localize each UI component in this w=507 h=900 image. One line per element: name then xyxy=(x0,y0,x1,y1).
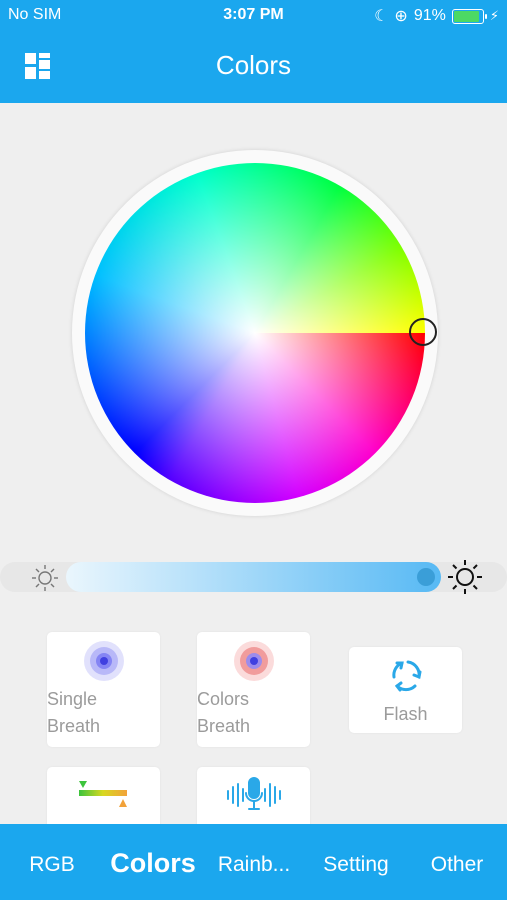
tab-setting[interactable]: Setting xyxy=(310,824,402,900)
charging-bolt-icon: ⚡ xyxy=(489,8,499,23)
colors-breath-label-1: Colors xyxy=(197,689,250,709)
colors-breath-label-2: Breath xyxy=(197,716,251,736)
color-wheel-selector[interactable] xyxy=(409,318,437,346)
brightness-thumb[interactable] xyxy=(417,568,435,586)
colors-breath-icon xyxy=(234,641,274,681)
music-mic-icon xyxy=(227,777,281,810)
rotation-lock-icon: ⊕ xyxy=(394,8,408,25)
moon-icon: ☾ xyxy=(374,8,389,25)
single-breath-label-1: Single xyxy=(47,689,98,709)
color-wheel[interactable] xyxy=(85,163,425,503)
app-header: Colors xyxy=(0,32,507,103)
sun-icon xyxy=(446,558,484,596)
bottom-tab-bar: RGB Colors Rainb... Setting Other xyxy=(0,824,507,900)
single-breath-button[interactable]: Single Breath xyxy=(47,632,160,747)
tab-colors[interactable]: Colors xyxy=(100,824,206,900)
status-right: ☾ ⊕ 91% ⚡ xyxy=(374,6,499,26)
tab-rgb[interactable]: RGB xyxy=(12,824,92,900)
tab-other[interactable]: Other xyxy=(414,824,500,900)
single-breath-label-2: Breath xyxy=(47,716,101,736)
jump-gradient-icon xyxy=(79,781,127,807)
flash-label: Flash xyxy=(383,704,428,724)
colors-breath-button[interactable]: Colors Breath xyxy=(197,632,310,747)
sun-outline-icon xyxy=(30,563,60,593)
flash-button[interactable]: Flash xyxy=(349,647,462,733)
battery-icon xyxy=(451,8,487,24)
battery-percent: 91% xyxy=(413,7,446,24)
tab-rainbow[interactable]: Rainb... xyxy=(208,824,300,900)
flash-cycle-icon xyxy=(392,660,422,692)
page-title: Colors xyxy=(215,50,292,80)
brightness-slider[interactable] xyxy=(66,562,441,592)
single-breath-icon xyxy=(84,641,124,681)
status-bar: No SIM 3:07 PM ☾ ⊕ 91% ⚡ xyxy=(0,0,507,32)
